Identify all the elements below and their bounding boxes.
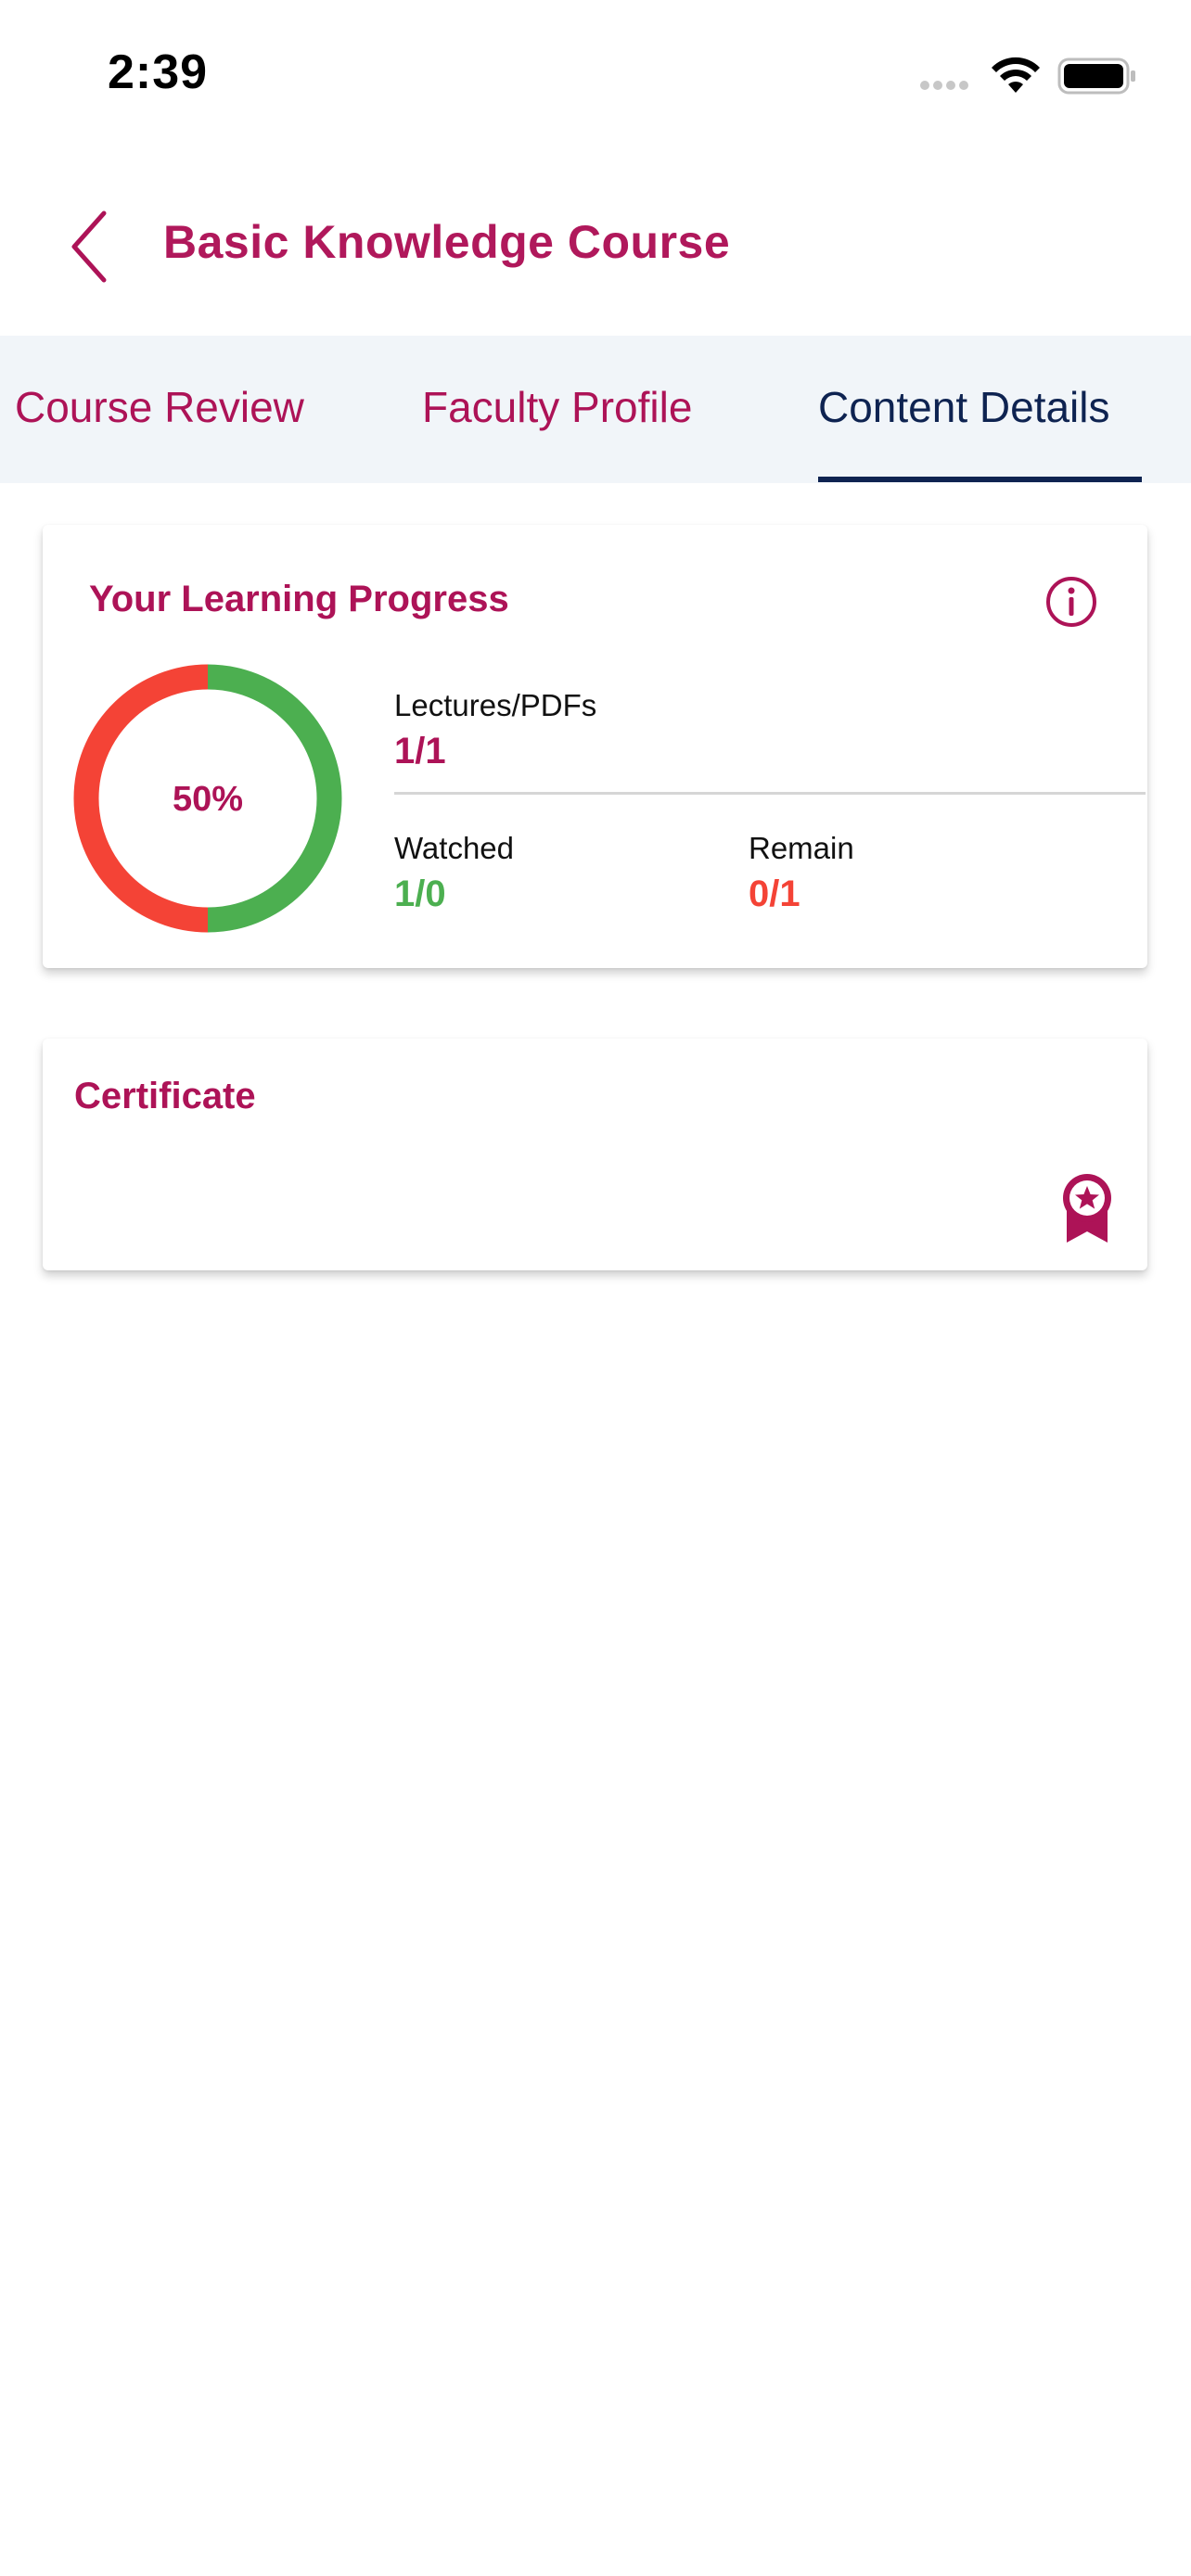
remain-label: Remain — [749, 831, 854, 865]
progress-donut-chart: 50% — [73, 664, 342, 933]
stats-divider — [394, 792, 1146, 795]
lectures-value: 1/1 — [394, 731, 446, 772]
app-header: Basic Knowledge Course — [0, 139, 1191, 336]
tab-content-details[interactable]: Content Details — [818, 382, 1110, 432]
tab-course-review[interactable]: Course Review — [15, 382, 304, 432]
cellular-signal-icon — [920, 78, 972, 95]
back-chevron-icon[interactable] — [56, 204, 121, 287]
learning-progress-card: Your Learning Progress 50% Lectures/PDFs… — [43, 525, 1147, 968]
progress-percent: 50% — [173, 780, 243, 819]
watched-label: Watched — [394, 831, 515, 865]
remain-value: 0/1 — [749, 874, 800, 914]
lectures-label: Lectures/PDFs — [394, 688, 597, 722]
tab-bar: Course Review Faculty Profile Content De… — [0, 336, 1191, 483]
progress-card-title: Your Learning Progress — [89, 579, 509, 619]
award-ribbon-icon[interactable] — [1054, 1170, 1121, 1244]
page-title: Basic Knowledge Course — [163, 216, 731, 268]
info-icon[interactable] — [1044, 575, 1098, 629]
certificate-card[interactable]: Certificate — [43, 1039, 1147, 1270]
battery-icon — [1057, 57, 1135, 95]
status-time: 2:39 — [108, 45, 209, 99]
watched-value: 1/0 — [394, 874, 446, 914]
status-bar: 2:39 — [0, 0, 1191, 139]
active-tab-indicator — [818, 477, 1142, 482]
certificate-title: Certificate — [74, 1076, 256, 1116]
wifi-icon — [992, 57, 1040, 93]
tab-faculty-profile[interactable]: Faculty Profile — [422, 382, 692, 432]
